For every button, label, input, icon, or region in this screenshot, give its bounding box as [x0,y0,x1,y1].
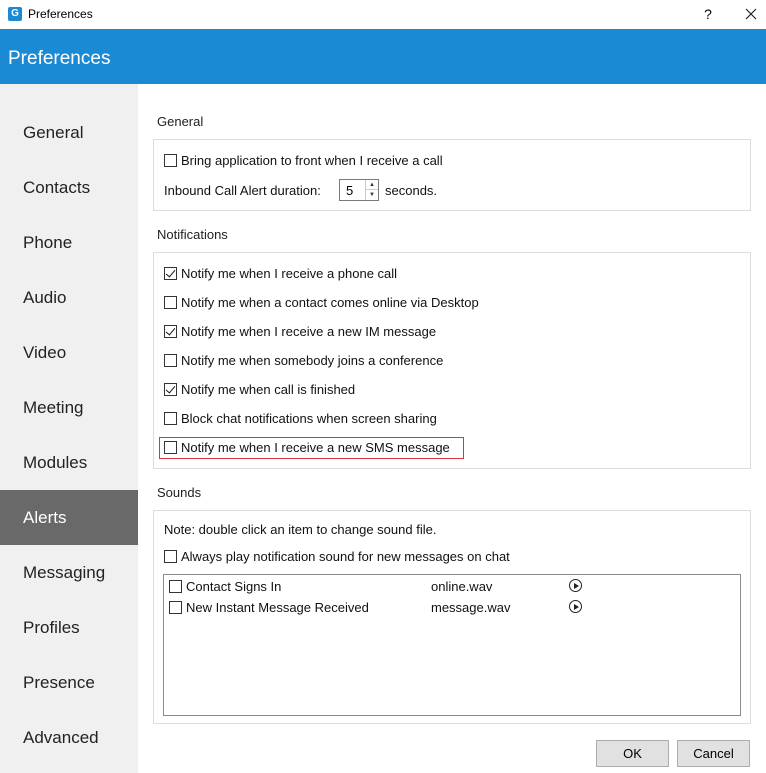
play-icon[interactable] [569,600,582,613]
notify-contact-online-label: Notify me when a contact comes online vi… [181,295,479,310]
sidebar-item-presence[interactable]: Presence [0,655,138,710]
alert-duration-label: Inbound Call Alert duration: [164,183,321,198]
general-section-title: General [157,114,204,129]
notify-phone-call-label: Notify me when I receive a phone call [181,266,398,281]
sidebar-item-video[interactable]: Video [0,325,138,380]
help-button[interactable]: ? [698,4,718,24]
close-icon [745,8,757,20]
notify-sms-message-label: Notify me when I receive a new SMS messa… [181,440,450,455]
sidebar-item-meeting[interactable]: Meeting [0,380,138,435]
always-play-sound-checkbox[interactable] [164,550,177,563]
sidebar-item-advanced[interactable]: Advanced [0,710,138,765]
stepper-down-icon[interactable]: ▼ [366,190,378,200]
title-bar: G Preferences ? [0,0,766,29]
sound-file-label[interactable]: online.wav [431,579,492,594]
bring-to-front-label: Bring application to front when I receiv… [181,153,443,168]
notify-im-message-label: Notify me when I receive a new IM messag… [181,324,437,339]
alert-duration-value: 5 [346,183,354,198]
sound-item-checkbox[interactable] [169,601,182,614]
sidebar-item-label: Modules [23,452,88,472]
sound-event-label: Contact Signs In [186,579,282,594]
sidebar-item-label: Phone [23,232,73,252]
sidebar-item-label: General [23,122,84,142]
bring-to-front-checkbox[interactable] [164,154,177,167]
sounds-section-title: Sounds [157,485,202,500]
sidebar-item-label: Profiles [23,617,80,637]
window-title: Preferences [28,7,93,21]
sidebar-item-contacts[interactable]: Contacts [0,160,138,215]
notify-conference-join-checkbox[interactable] [164,354,177,367]
app-logo-icon: G [8,7,22,21]
page-title: Preferences [8,48,111,69]
always-play-sound-label: Always play notification sound for new m… [181,549,510,564]
notify-phone-call-checkbox[interactable] [164,267,177,280]
block-chat-screen-share-checkbox[interactable] [164,412,177,425]
notify-conference-join-label: Notify me when somebody joins a conferen… [181,353,444,368]
general-group [153,139,751,211]
sound-file-label[interactable]: message.wav [431,600,510,615]
sidebar-item-alerts[interactable]: Alerts [0,490,138,545]
notify-call-finished-checkbox[interactable] [164,383,177,396]
sidebar-item-modules[interactable]: Modules [0,435,138,490]
sound-item-checkbox[interactable] [169,580,182,593]
sidebar: General Contacts Phone Audio Video Meeti… [0,84,138,773]
sidebar-item-label: Audio [23,287,67,307]
sounds-note: Note: double click an item to change sou… [164,522,437,537]
sidebar-item-label: Presence [23,672,95,692]
sidebar-item-label: Video [23,342,67,362]
notify-im-message-checkbox[interactable] [164,325,177,338]
alert-duration-unit: seconds. [385,183,438,198]
sidebar-item-label: Advanced [23,727,99,747]
sidebar-item-audio[interactable]: Audio [0,270,138,325]
sound-event-label: New Instant Message Received [186,600,369,615]
notify-call-finished-label: Notify me when call is finished [181,382,356,397]
cancel-button[interactable]: Cancel [677,740,750,767]
notifications-section-title: Notifications [157,227,228,242]
block-chat-screen-share-label: Block chat notifications when screen sha… [181,411,437,426]
ok-button[interactable]: OK [596,740,669,767]
sidebar-item-label: Meeting [23,397,84,417]
play-icon[interactable] [569,579,582,592]
sidebar-item-phone[interactable]: Phone [0,215,138,270]
sidebar-item-general[interactable]: General [0,105,138,160]
notify-sms-message-checkbox[interactable] [164,441,177,454]
sidebar-item-label: Alerts [23,507,67,527]
sidebar-item-profiles[interactable]: Profiles [0,600,138,655]
alert-duration-stepper[interactable]: 5 ▲ ▼ [339,179,379,201]
stepper-buttons: ▲ ▼ [365,180,378,200]
stepper-up-icon[interactable]: ▲ [366,180,378,190]
sidebar-item-label: Messaging [23,562,106,582]
preferences-header: Preferences [0,29,766,84]
sidebar-item-label: Contacts [23,177,91,197]
sound-list[interactable]: Contact Signs In online.wav New Instant … [163,574,741,716]
close-button[interactable] [740,4,762,24]
sidebar-item-messaging[interactable]: Messaging [0,545,138,600]
notify-contact-online-checkbox[interactable] [164,296,177,309]
